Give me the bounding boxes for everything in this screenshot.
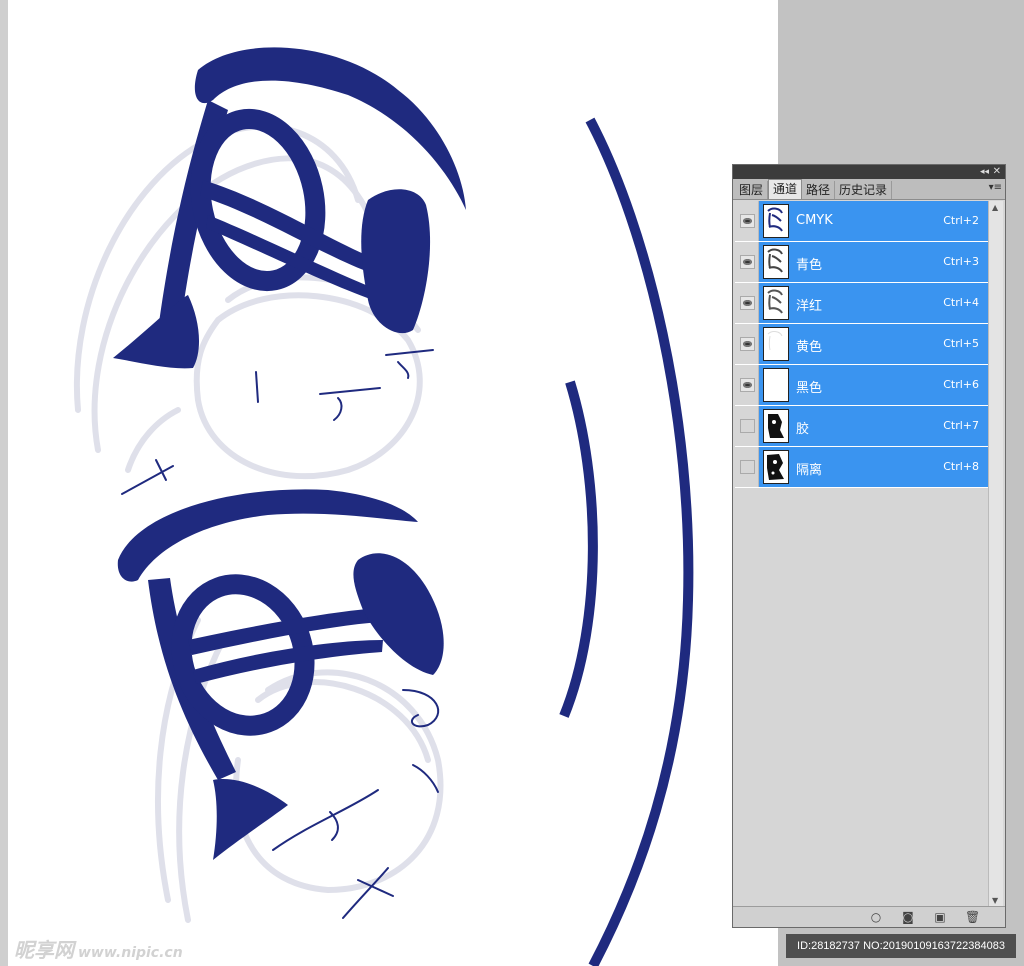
channel-row-body[interactable]: CMYK Ctrl+2 — [759, 201, 989, 241]
channel-name: CMYK — [796, 213, 833, 228]
panel-footer: ○ ◙ ▣ 🗑 — [733, 906, 1005, 927]
channel-shortcut: Ctrl+5 — [943, 337, 979, 350]
artwork-illustration — [73, 47, 694, 966]
ink-arcs — [559, 117, 694, 966]
channel-row-magenta[interactable]: 洋红 Ctrl+4 — [735, 283, 989, 324]
channel-row-body[interactable]: 胶 Ctrl+7 — [759, 406, 989, 446]
tab-history[interactable]: 历史记录 — [835, 181, 893, 199]
panel-scrollbar[interactable]: ▲ ▼ — [988, 201, 1003, 907]
channel-row-glue[interactable]: 胶 Ctrl+7 — [735, 406, 989, 447]
eye-icon — [740, 337, 755, 351]
channel-list: CMYK Ctrl+2 青色 Ctrl+3 洋红 Ctrl+4 黄色 Ctrl+… — [735, 201, 989, 488]
channel-name: 隔离 — [796, 463, 823, 478]
channel-shortcut: Ctrl+6 — [943, 378, 979, 391]
ink-figure-bottom — [117, 489, 444, 860]
channel-name: 胶 — [796, 422, 810, 437]
watermark-url: www.nipic.cn — [78, 945, 183, 961]
eye-icon — [740, 255, 755, 269]
channel-row-body[interactable]: 青色 Ctrl+3 — [759, 242, 989, 282]
load-selection-icon[interactable]: ○ — [869, 910, 883, 924]
collapse-panel-icon[interactable]: ◂◂ — [980, 166, 989, 178]
tab-paths[interactable]: 路径 — [802, 181, 836, 199]
tab-layers[interactable]: 图层 — [735, 181, 769, 199]
channel-thumbnail — [763, 286, 789, 320]
save-selection-icon[interactable]: ◙ — [901, 910, 915, 924]
channel-row-cyan[interactable]: 青色 Ctrl+3 — [735, 242, 989, 283]
channel-shortcut: Ctrl+8 — [943, 460, 979, 473]
panel-titlebar[interactable]: ◂◂ ✕ — [733, 165, 1005, 179]
ink-figure-top — [113, 47, 466, 369]
channel-row-body[interactable]: 洋红 Ctrl+4 — [759, 283, 989, 323]
tab-channels[interactable]: 通道 — [768, 179, 803, 199]
channel-name: 青色 — [796, 258, 823, 273]
channel-row-black[interactable]: 黑色 Ctrl+6 — [735, 365, 989, 406]
channel-shortcut: Ctrl+3 — [943, 255, 979, 268]
channel-thumbnail — [763, 409, 789, 443]
new-channel-icon[interactable]: ▣ — [933, 910, 947, 924]
channel-name: 黑色 — [796, 381, 823, 396]
eye-icon — [740, 296, 755, 310]
channel-thumbnail — [763, 204, 789, 238]
visibility-toggle[interactable] — [735, 324, 759, 364]
visibility-toggle[interactable] — [735, 201, 759, 241]
watermark-id-badge: ID:28182737 NO:20190109163722384083 — [786, 934, 1016, 958]
visibility-toggle[interactable] — [735, 242, 759, 282]
eye-icon — [740, 419, 755, 433]
scroll-up-icon[interactable]: ▲ — [992, 203, 998, 212]
visibility-toggle[interactable] — [735, 406, 759, 446]
watermark-logo: 昵享网 www.nipic.cn — [14, 934, 183, 963]
channel-shortcut: Ctrl+2 — [943, 214, 979, 227]
visibility-toggle[interactable] — [735, 447, 759, 487]
visibility-toggle[interactable] — [735, 365, 759, 405]
eye-icon — [740, 214, 755, 228]
channel-name: 洋红 — [796, 299, 823, 314]
eye-icon — [740, 460, 755, 474]
close-panel-icon[interactable]: ✕ — [993, 165, 1001, 178]
channel-row-body[interactable]: 黑色 Ctrl+6 — [759, 365, 989, 405]
channel-thumbnail — [763, 450, 789, 484]
channel-name: 黄色 — [796, 340, 823, 355]
visibility-toggle[interactable] — [735, 283, 759, 323]
channel-row-body[interactable]: 隔离 Ctrl+8 — [759, 447, 989, 487]
workspace-left-edge — [0, 0, 8, 966]
channel-row-cmyk[interactable]: CMYK Ctrl+2 — [735, 201, 989, 242]
panel-menu-icon[interactable]: ▾≡ — [989, 182, 1002, 193]
watermark-logo-text: 昵享网 — [14, 938, 74, 962]
channel-shortcut: Ctrl+7 — [943, 419, 979, 432]
channel-row-isolation[interactable]: 隔离 Ctrl+8 — [735, 447, 989, 488]
delete-channel-icon[interactable]: 🗑 — [965, 910, 980, 924]
channel-thumbnail — [763, 368, 789, 402]
channel-thumbnail — [763, 327, 789, 361]
panel-tab-bar: 图层 通道 路径 历史记录 ▾≡ — [733, 179, 1005, 200]
channel-thumbnail — [763, 245, 789, 279]
document-canvas[interactable] — [8, 0, 778, 966]
channel-row-body[interactable]: 黄色 Ctrl+5 — [759, 324, 989, 364]
channels-panel[interactable]: ◂◂ ✕ 图层 通道 路径 历史记录 ▾≡ CMYK Ctrl+2 青色 Ctr… — [732, 164, 1006, 928]
channel-row-yellow[interactable]: 黄色 Ctrl+5 — [735, 324, 989, 365]
channel-shortcut: Ctrl+4 — [943, 296, 979, 309]
scroll-down-icon[interactable]: ▼ — [992, 896, 998, 905]
eye-icon — [740, 378, 755, 392]
